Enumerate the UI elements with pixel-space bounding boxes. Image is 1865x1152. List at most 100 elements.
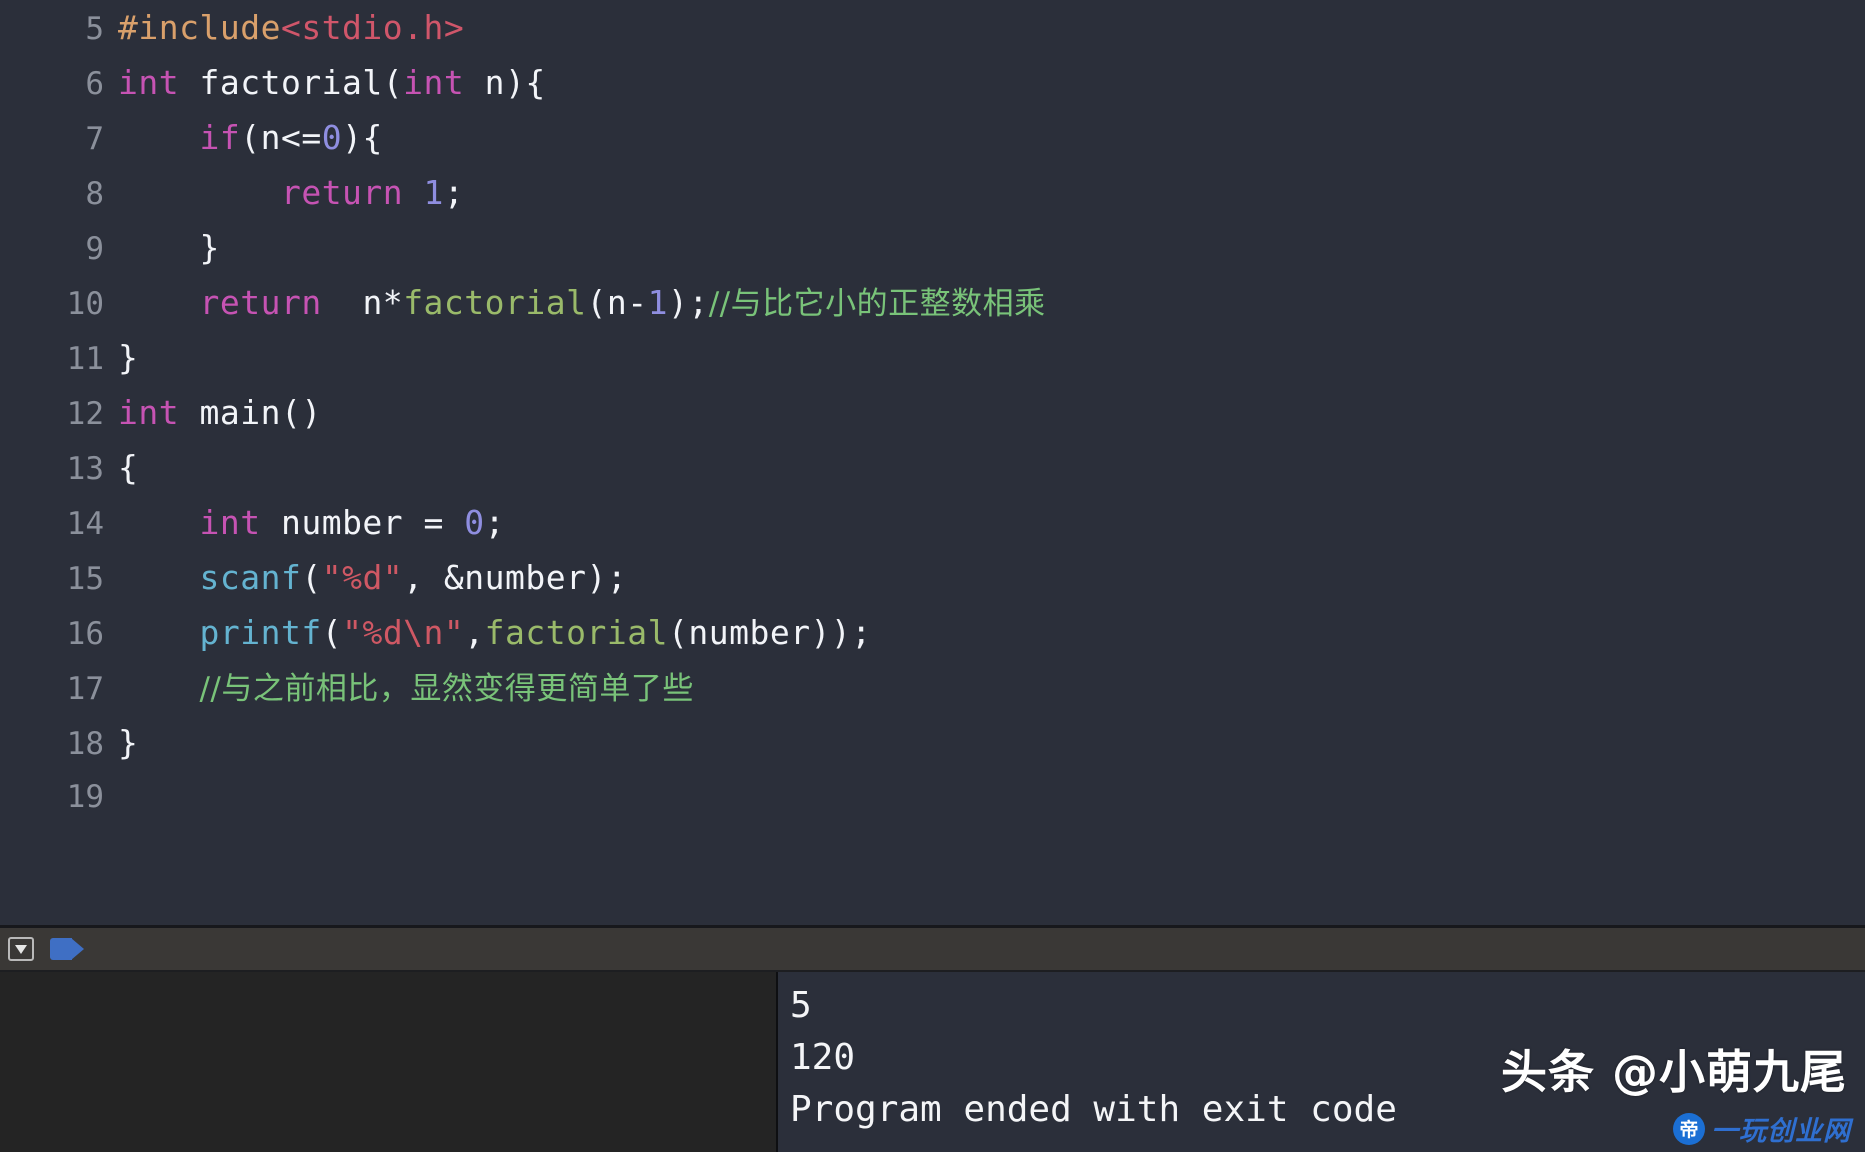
program-output-pane[interactable]: 5 120 Program ended with exit code	[778, 972, 1865, 1152]
code-token: printf	[199, 613, 322, 652]
code-text: #include<stdio.h>	[118, 0, 464, 55]
code-line[interactable]: 14 int number = 0;	[0, 495, 1865, 550]
code-token: int	[118, 63, 180, 102]
code-token: scanf	[199, 558, 302, 597]
code-text: //与之前相比，显然变得更简单了些	[118, 660, 694, 717]
code-line[interactable]: 17 //与之前相比，显然变得更简单了些	[0, 660, 1865, 715]
code-text: if(n<=0){	[118, 110, 383, 165]
line-number: 16	[66, 616, 104, 652]
code-token: 1	[423, 173, 444, 212]
code-text: printf("%d\n",factorial(number));	[118, 605, 872, 660]
line-number: 13	[66, 451, 104, 487]
code-token: int	[199, 503, 261, 542]
output-line: 120	[790, 1037, 856, 1078]
code-line[interactable]: 7 if(n<=0){	[0, 110, 1865, 165]
line-number: 15	[66, 561, 104, 597]
code-token: (n<=	[240, 118, 322, 157]
code-line[interactable]: 5 #include<stdio.h>	[0, 0, 1865, 55]
line-number: 18	[66, 726, 104, 762]
code-token: factorial	[403, 283, 587, 322]
output-line: 5	[790, 985, 812, 1026]
output-line: Program ended with exit code	[790, 1089, 1397, 1130]
code-text: return 1;	[118, 165, 464, 220]
code-token: 0	[464, 503, 485, 542]
line-number: 12	[66, 396, 104, 432]
code-token: int	[403, 63, 465, 102]
code-token: return	[280, 173, 404, 212]
code-token: }	[118, 723, 139, 762]
code-token: ;	[443, 173, 465, 212]
code-text: int main()	[118, 385, 322, 440]
source-code-editor[interactable]: 5 #include<stdio.h> 6 int factorial(int n){…	[0, 0, 1865, 925]
code-token: , &number);	[403, 558, 628, 597]
code-text: }	[118, 330, 138, 385]
code-line[interactable]: 19	[0, 770, 1865, 825]
code-token: #include	[118, 8, 281, 47]
code-token: main()	[179, 393, 322, 432]
variables-pane[interactable]	[0, 972, 778, 1152]
code-token: //与比它小的正整数相乘	[708, 286, 1046, 322]
code-token: n){	[464, 63, 546, 102]
line-number: 7	[85, 121, 104, 157]
code-text: scanf("%d", &number);	[118, 550, 627, 605]
code-line[interactable]: 8 return 1;	[0, 165, 1865, 220]
line-number: 6	[85, 66, 104, 102]
filter-tag-body	[50, 938, 72, 960]
code-text: {	[118, 440, 138, 495]
line-number: 5	[85, 11, 104, 47]
code-token: "%d"	[321, 558, 404, 597]
code-token: {	[118, 448, 139, 487]
code-text: return n*factorial(n-1);//与比它小的正整数相乘	[118, 275, 1046, 332]
code-text: int factorial(int n){	[118, 55, 546, 110]
line-number: 11	[66, 341, 104, 377]
code-token: 0	[321, 118, 343, 157]
code-token: int	[118, 393, 180, 432]
console-area: 5 120 Program ended with exit code	[0, 972, 1865, 1152]
line-number: 17	[66, 671, 104, 707]
code-line[interactable]: 16 printf("%d\n",factorial(number));	[0, 605, 1865, 660]
code-token: ){	[342, 118, 383, 157]
code-line[interactable]: 18}	[0, 715, 1865, 770]
code-token: //与之前相比，显然变得更简单了些	[199, 671, 694, 707]
code-token: "%d\n"	[342, 613, 465, 652]
code-line[interactable]: 15 scanf("%d", &number);	[0, 550, 1865, 605]
code-text: }	[118, 220, 220, 275]
code-token: (n-	[586, 283, 648, 322]
code-token: factorial(	[179, 63, 404, 102]
code-token: 1	[647, 283, 668, 322]
code-line[interactable]: 10 return n*factorial(n-1);//与比它小的正整数相乘	[0, 275, 1865, 330]
code-text: int number = 0;	[118, 495, 505, 550]
code-token: (	[321, 613, 343, 652]
code-token: ,	[464, 613, 485, 652]
code-token: return	[199, 283, 322, 322]
code-token: number =	[260, 503, 465, 542]
code-editor-window: 5 #include<stdio.h> 6 int factorial(int n){…	[0, 0, 1865, 1152]
filter-tag-point	[71, 938, 84, 960]
code-line[interactable]: 11}	[0, 330, 1865, 385]
code-token: }	[118, 338, 139, 377]
code-line[interactable]: 12 int main()	[0, 385, 1865, 440]
filter-tag-icon[interactable]	[50, 938, 84, 960]
code-token: (	[301, 558, 322, 597]
line-number: 9	[85, 231, 104, 267]
line-number: 8	[85, 176, 104, 212]
hide-console-icon[interactable]	[8, 937, 34, 961]
line-number: 10	[66, 286, 104, 322]
code-token: }	[118, 228, 220, 267]
code-token: <stdio.h>	[280, 8, 465, 47]
code-line[interactable]: 9 }	[0, 220, 1865, 275]
code-text: }	[118, 715, 138, 770]
code-line[interactable]: 6 int factorial(int n){	[0, 55, 1865, 110]
chevron-down-icon	[15, 944, 27, 954]
code-token: );	[667, 283, 709, 322]
code-line[interactable]: 13 {	[0, 440, 1865, 495]
code-token: n*	[321, 283, 404, 322]
line-number: 14	[66, 506, 104, 542]
